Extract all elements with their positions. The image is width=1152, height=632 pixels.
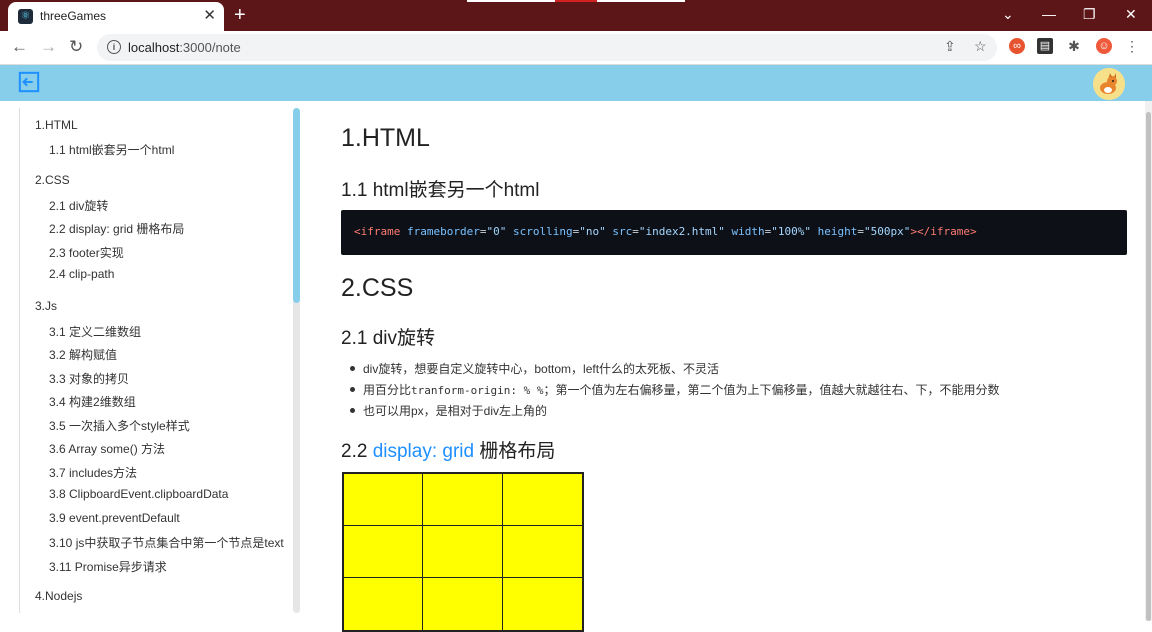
- code-line: <iframe frameborder="0" scrolling="no" s…: [354, 225, 977, 238]
- toc-item[interactable]: 2.1 div旋转: [49, 197, 108, 214]
- browser-titlebar: ⚛ threeGames ✕ + ⌄ — ❐ ✕: [0, 0, 1152, 31]
- grid-demo: [342, 472, 584, 632]
- react-icon: ⚛: [18, 9, 33, 24]
- grid-cell: [344, 474, 424, 526]
- sidebar-scrollbar-thumb[interactable]: [293, 108, 300, 303]
- new-tab-button[interactable]: +: [234, 4, 246, 26]
- titlebar-mark: [555, 0, 597, 2]
- heading-html: 1.HTML: [341, 124, 430, 152]
- puzzle-icon[interactable]: ✱: [1066, 38, 1082, 54]
- restore-icon[interactable]: ❐: [1083, 6, 1096, 22]
- app-header: [0, 65, 1152, 101]
- toc-item[interactable]: 3.9 event.preventDefault: [49, 511, 180, 525]
- info-icon[interactable]: i: [107, 40, 121, 54]
- toc-item[interactable]: 3.7 includes方法: [49, 464, 137, 481]
- extension-infinity-icon[interactable]: ∞: [1009, 38, 1025, 54]
- back-arrow-icon[interactable]: ←: [11, 37, 28, 57]
- heading-css: 2.CSS: [341, 274, 414, 302]
- code-block: <iframe frameborder="0" scrolling="no" s…: [341, 210, 1127, 255]
- toc-item[interactable]: 4.Nodejs: [35, 589, 82, 603]
- star-icon[interactable]: ☆: [974, 38, 987, 55]
- share-icon[interactable]: ⇪: [944, 38, 956, 55]
- browser-toolbar: ← → ↻ i localhost:3000/note ⇪ ☆ ∞ ▤ ✱ ☺ …: [0, 31, 1152, 65]
- extension-reader-icon[interactable]: ▤: [1037, 38, 1053, 54]
- grid-cell: [423, 526, 503, 578]
- close-icon[interactable]: ✕: [203, 7, 216, 25]
- toc-item[interactable]: 3.Js: [35, 299, 57, 313]
- toc-item[interactable]: 3.11 Promise异步请求: [49, 558, 167, 575]
- list-item: div旋转，想要自定义旋转中心，bottom，left什么的太死板、不灵活: [349, 362, 720, 376]
- toc-item[interactable]: 3.1 定义二维数组: [49, 323, 141, 340]
- toc-item[interactable]: 1.1 html嵌套另一个html: [49, 141, 174, 158]
- browser-tab[interactable]: ⚛ threeGames ✕: [8, 2, 224, 31]
- grid-cell: [344, 578, 424, 630]
- grid-cell: [344, 526, 424, 578]
- titlebar-mark: [597, 0, 685, 2]
- reload-icon[interactable]: ↻: [69, 37, 83, 57]
- menu-dots-icon[interactable]: ⋮: [1124, 38, 1140, 54]
- heading-div-rotate: 2.1 div旋转: [341, 328, 435, 349]
- heading-grid: 2.2 display: grid 栅格布局: [341, 441, 556, 462]
- profile-icon[interactable]: ☺: [1096, 38, 1112, 54]
- address-bar[interactable]: i localhost:3000/note ⇪ ☆: [97, 34, 997, 61]
- toc-item[interactable]: 2.2 display: grid 栅格布局: [49, 220, 184, 237]
- url-text[interactable]: localhost:3000/note: [128, 40, 241, 55]
- note-content: 1.HTML 1.1 html嵌套另一个html <iframe framebo…: [341, 101, 1141, 632]
- grid-cell: [423, 474, 503, 526]
- list-item: 也可以用px，是相对于div左上角的: [349, 404, 548, 418]
- grid-cell: [423, 578, 503, 630]
- toc-item[interactable]: 1.HTML: [35, 118, 78, 132]
- grid-cell: [503, 578, 582, 630]
- titlebar-mark: [467, 0, 555, 2]
- toc-item[interactable]: 2.4 clip-path: [49, 267, 114, 281]
- grid-link[interactable]: display: grid: [373, 441, 474, 462]
- toc-item[interactable]: 3.5 一次插入多个style样式: [49, 417, 190, 434]
- toc-item[interactable]: 3.10 js中获取子节点集合中第一个节点是text: [49, 534, 284, 551]
- chevron-down-icon[interactable]: ⌄: [1002, 6, 1014, 22]
- toc-item[interactable]: 3.2 解构赋值: [49, 346, 117, 363]
- table-of-contents: 1.HTML 1.1 html嵌套另一个html 2.CSS 2.1 div旋转…: [19, 108, 295, 613]
- heading-html-nest: 1.1 html嵌套另一个html: [341, 180, 540, 201]
- toc-item[interactable]: 2.3 footer实现: [49, 244, 124, 261]
- avatar[interactable]: [1093, 68, 1125, 100]
- close-window-icon[interactable]: ✕: [1125, 6, 1137, 22]
- grid-cell: [502, 474, 582, 526]
- tab-title: threeGames: [40, 9, 107, 23]
- toc-item[interactable]: 2.CSS: [35, 173, 70, 187]
- toc-item[interactable]: 3.8 ClipboardEvent.clipboardData: [49, 487, 228, 501]
- forward-arrow-icon[interactable]: →: [40, 37, 57, 57]
- toc-item[interactable]: 3.4 构建2维数组: [49, 393, 136, 410]
- inline-code: tranform-origin: % %: [411, 384, 544, 397]
- grid-cell: [502, 526, 582, 578]
- exit-icon[interactable]: [18, 71, 40, 93]
- list-item: 用百分比tranform-origin: % %；第一个值为左右偏移量，第二个值…: [349, 383, 1000, 397]
- toc-item[interactable]: 3.3 对象的拷贝: [49, 370, 129, 387]
- minimize-icon[interactable]: —: [1042, 6, 1056, 22]
- toc-item[interactable]: 3.6 Array some() 方法: [49, 440, 165, 457]
- page-scrollbar-thumb[interactable]: [1146, 112, 1151, 621]
